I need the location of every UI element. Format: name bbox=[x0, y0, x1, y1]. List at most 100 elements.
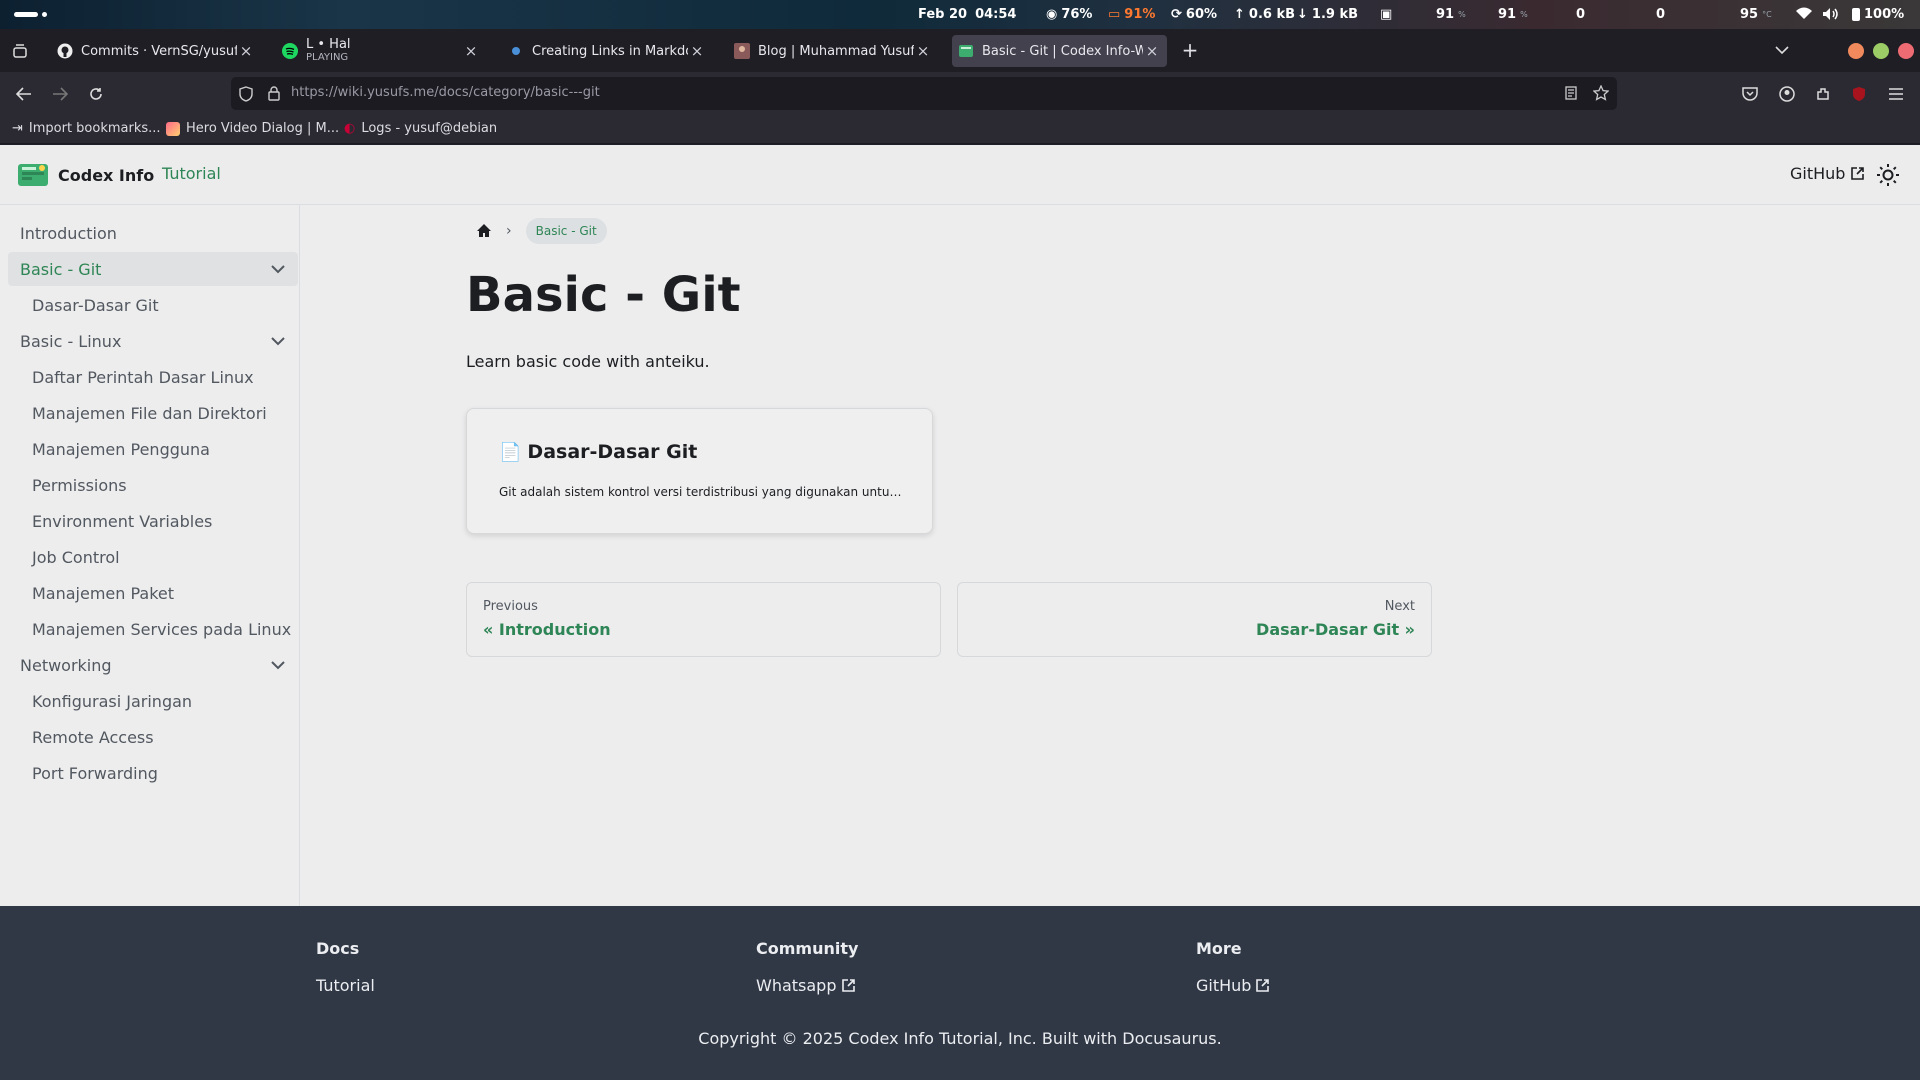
shield-icon[interactable] bbox=[239, 86, 253, 102]
reload-icon[interactable] bbox=[86, 84, 106, 104]
footer-link-tutorial[interactable]: Tutorial bbox=[316, 976, 375, 995]
nav-github-link[interactable]: GitHub bbox=[1790, 164, 1865, 183]
forward-arrow-icon[interactable] bbox=[50, 84, 70, 104]
bookmark-hero-video[interactable]: Hero Video Dialog | M... bbox=[166, 121, 339, 136]
footer-link-whatsapp[interactable]: Whatsapp bbox=[756, 976, 858, 995]
battery-icon bbox=[1852, 8, 1860, 21]
gpu-indicator: ▭ 91% bbox=[1108, 7, 1155, 22]
battery-indicator[interactable]: 100% bbox=[1852, 7, 1904, 22]
tab-overview-icon[interactable] bbox=[10, 41, 30, 61]
pocket-icon[interactable] bbox=[1740, 84, 1760, 104]
sidebar-item-label: Manajemen Pengguna bbox=[32, 439, 210, 459]
site-navbar: Codex Info Tutorial GitHub bbox=[0, 145, 1920, 205]
sidebar-item-label: Networking bbox=[20, 655, 112, 675]
menu-hamburger-icon[interactable] bbox=[1886, 84, 1906, 104]
bookmark-star-icon[interactable] bbox=[1593, 85, 1609, 101]
ublock-icon[interactable] bbox=[1849, 84, 1869, 104]
sidebar-category-networking[interactable]: Networking bbox=[8, 648, 298, 682]
sidebar-item-label: Job Control bbox=[32, 547, 120, 567]
sidebar-item-manajemen-paket[interactable]: Manajemen Paket bbox=[8, 576, 298, 610]
home-icon[interactable] bbox=[476, 223, 492, 239]
new-tab-button[interactable]: + bbox=[1180, 38, 1200, 62]
spotify-icon bbox=[282, 43, 298, 59]
bookmark-logs[interactable]: ◐ Logs - yusuf@debian bbox=[344, 121, 497, 136]
tab-playing-label: PLAYING bbox=[306, 52, 349, 63]
temperature: 95 °C bbox=[1740, 7, 1772, 22]
browser-tab-bar: Commits · VernSG/yusufpor × L • Hal PLAY… bbox=[0, 29, 1920, 72]
workspace-indicator[interactable] bbox=[14, 12, 47, 17]
sidebar-item-manajemen-file[interactable]: Manajemen File dan Direktori bbox=[8, 396, 298, 430]
pagination-next-sub: Next bbox=[1384, 599, 1415, 614]
footer-link-github[interactable]: GitHub bbox=[1196, 976, 1270, 995]
sidebar-item-dasar-dasar-git[interactable]: Dasar-Dasar Git bbox=[8, 288, 298, 322]
chevron-down-icon[interactable] bbox=[270, 261, 286, 277]
sidebar-category-basic-git[interactable]: Basic - Git bbox=[8, 252, 298, 286]
display-icon[interactable]: ▣ bbox=[1380, 7, 1392, 22]
address-bar[interactable]: https://wiki.yusufs.me/docs/category/bas… bbox=[231, 77, 1617, 110]
close-icon[interactable]: × bbox=[914, 42, 932, 60]
reader-view-icon[interactable] bbox=[1565, 86, 1577, 100]
pagination-next[interactable]: Next Dasar-Dasar Git » bbox=[957, 582, 1432, 657]
sidebar-item-remote-access[interactable]: Remote Access bbox=[8, 720, 298, 754]
bookmark-label: Hero Video Dialog | M... bbox=[186, 121, 340, 136]
sidebar-item-environment-variables[interactable]: Environment Variables bbox=[8, 504, 298, 538]
theme-toggle-sun-icon[interactable] bbox=[1876, 163, 1900, 187]
extensions-icon[interactable] bbox=[1813, 84, 1833, 104]
tab-commits[interactable]: Commits · VernSG/yusufpor × bbox=[51, 35, 261, 67]
upload-indicator: ↑ 0.6 kB bbox=[1234, 7, 1295, 22]
close-icon[interactable]: × bbox=[688, 42, 706, 60]
nav-tutorial-link[interactable]: Tutorial bbox=[162, 164, 221, 183]
bookmark-label: Logs - yusuf@debian bbox=[361, 121, 498, 136]
bookmark-import[interactable]: ⇥ Import bookmarks... bbox=[12, 121, 161, 136]
clock[interactable]: Feb 20 04:54 bbox=[918, 7, 1016, 22]
lock-icon[interactable] bbox=[268, 86, 280, 101]
sidebar-item-label: Permissions bbox=[32, 475, 127, 495]
sidebar-item-manajemen-pengguna[interactable]: Manajemen Pengguna bbox=[8, 432, 298, 466]
close-icon[interactable]: × bbox=[462, 42, 480, 60]
tab-basic-git[interactable]: Basic - Git | Codex Info-Wiki × bbox=[952, 35, 1167, 67]
tab-spotify[interactable]: L • Hal PLAYING × bbox=[276, 35, 486, 67]
upload-arrow-icon: ↑ bbox=[1234, 7, 1245, 22]
chevron-down-icon[interactable] bbox=[270, 657, 286, 673]
sidebar-item-introduction[interactable]: Introduction bbox=[8, 216, 298, 250]
magicui-icon bbox=[166, 121, 180, 136]
sidebar-item-port-forwarding[interactable]: Port Forwarding bbox=[8, 756, 298, 790]
url-text: https://wiki.yusufs.me/docs/category/bas… bbox=[291, 85, 600, 100]
tab-blog[interactable]: Blog | Muhammad Yusuf × bbox=[728, 35, 938, 67]
volume-icon[interactable] bbox=[1822, 7, 1838, 21]
site-brand[interactable]: Codex Info bbox=[18, 162, 154, 188]
cpu-icon: ◉ bbox=[1046, 7, 1058, 22]
close-icon[interactable]: × bbox=[237, 42, 255, 60]
disk-indicator: ⟳ 60% bbox=[1171, 7, 1217, 22]
download-arrow-icon: ↓ bbox=[1297, 7, 1308, 22]
doc-card[interactable]: 📄 Dasar-Dasar Git Git adalah sistem kont… bbox=[466, 408, 933, 534]
window-close-button[interactable] bbox=[1898, 43, 1914, 59]
list-tabs-chevron-icon[interactable] bbox=[1772, 40, 1792, 60]
pagination-previous[interactable]: Previous « Introduction bbox=[466, 582, 941, 657]
sidebar-item-manajemen-services[interactable]: Manajemen Services pada Linux bbox=[8, 612, 298, 646]
github-icon bbox=[57, 43, 73, 59]
debian-icon: ◐ bbox=[344, 121, 356, 136]
account-icon[interactable] bbox=[1777, 84, 1797, 104]
window-maximize-button[interactable] bbox=[1873, 43, 1889, 59]
sidebar-item-job-control[interactable]: Job Control bbox=[8, 540, 298, 574]
back-arrow-icon[interactable] bbox=[14, 84, 34, 104]
system-top-bar: Feb 20 04:54 ◉ 76% ▭ 91% ⟳ 60% ↑ 0.6 kB ↓ 1.9… bbox=[0, 0, 1920, 29]
external-link-icon bbox=[841, 979, 855, 992]
disk-icon: ⟳ bbox=[1171, 7, 1182, 22]
battery-value: 100% bbox=[1864, 7, 1905, 22]
sidebar-item-label: Basic - Linux bbox=[20, 331, 122, 351]
close-icon[interactable]: × bbox=[1143, 42, 1161, 60]
window-minimize-button[interactable] bbox=[1848, 43, 1864, 59]
tab-markdown[interactable]: Creating Links in Markdown × bbox=[502, 35, 712, 67]
sidebar-item-daftar-perintah[interactable]: Daftar Perintah Dasar Linux bbox=[8, 360, 298, 394]
stat-two-value: 91 bbox=[1498, 7, 1517, 22]
sidebar-category-basic-linux[interactable]: Basic - Linux bbox=[8, 324, 298, 358]
wifi-icon[interactable] bbox=[1796, 7, 1812, 20]
sidebar-item-label: Manajemen File dan Direktori bbox=[32, 403, 267, 423]
sidebar-item-permissions[interactable]: Permissions bbox=[8, 468, 298, 502]
sidebar-item-konfigurasi-jaringan[interactable]: Konfigurasi Jaringan bbox=[8, 684, 298, 718]
chevron-down-icon[interactable] bbox=[270, 333, 286, 349]
net-b-value: 0 bbox=[1656, 7, 1666, 22]
codex-logo-icon bbox=[18, 164, 48, 186]
